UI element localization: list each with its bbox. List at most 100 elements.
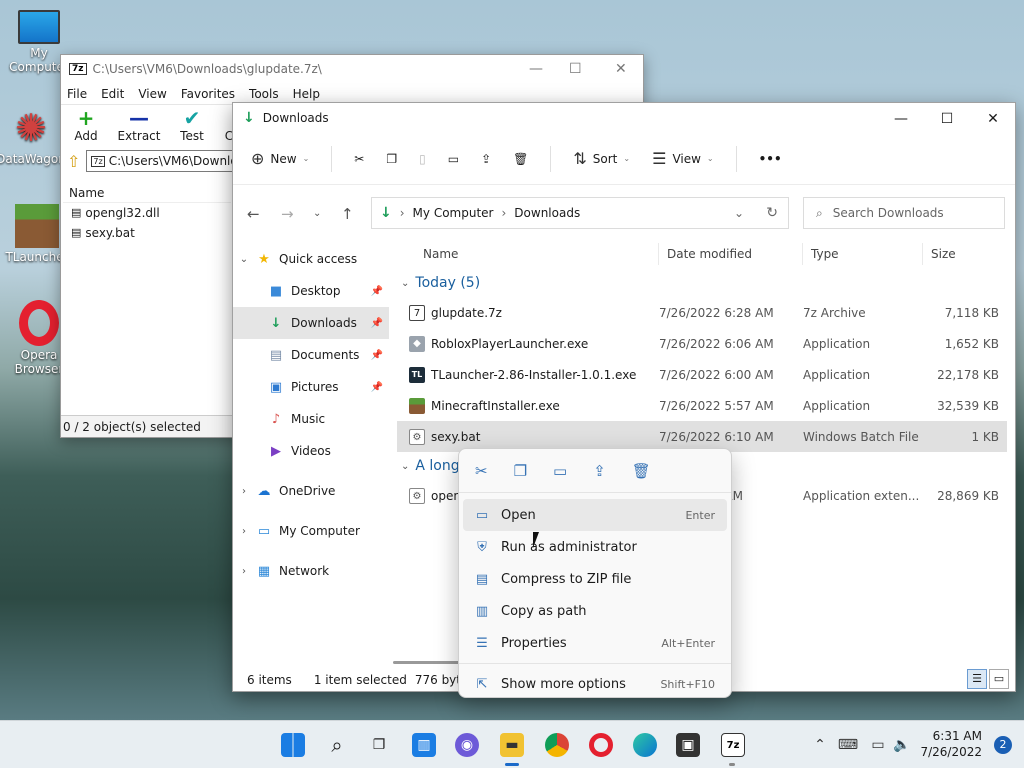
maximize-icon[interactable]: ☐	[569, 61, 582, 77]
add-button[interactable]: + Add	[69, 107, 103, 147]
cut-icon[interactable]: ✂	[475, 462, 488, 480]
sevenzip-titlebar[interactable]: 7z C:\Users\VM6\Downloads\glupdate.7z\ —…	[61, 55, 643, 83]
file-date: 7/26/2022 5:57 AM	[659, 398, 774, 413]
menu-item-run-as-admin[interactable]: ⛨ Run as administrator	[459, 531, 731, 563]
test-button[interactable]: ✔ Test	[175, 107, 209, 147]
sevenzip-address-input[interactable]: 7z C:\Users\VM6\Downlo	[86, 150, 247, 172]
menu-view[interactable]: View	[138, 87, 166, 101]
close-icon[interactable]: ✕	[973, 107, 1013, 131]
recent-chevron-icon[interactable]: ⌄	[313, 208, 321, 219]
nav-item-videos[interactable]: ▶ Videos	[233, 435, 389, 467]
delete-icon[interactable]: 🗑	[513, 152, 528, 166]
sort-button[interactable]: ⇅ Sort ⌄	[573, 149, 630, 168]
volume-icon[interactable]: 🔈	[890, 733, 914, 757]
widgets-icon[interactable]: ▥	[412, 733, 436, 757]
forward-icon[interactable]: →	[281, 205, 294, 223]
menu-item-compress-zip[interactable]: ▤ Compress to ZIP file	[459, 563, 731, 595]
chevron-right-icon[interactable]: ›	[233, 486, 255, 497]
cut-icon[interactable]: ✂	[354, 152, 364, 166]
nav-item-network[interactable]: › ▦ Network	[233, 555, 389, 587]
notification-badge[interactable]: 2	[994, 736, 1012, 754]
table-row[interactable]: ◆ RobloxPlayerLauncher.exe 7/26/2022 6:06…	[397, 328, 1007, 359]
rename-icon[interactable]: ▭	[553, 462, 567, 480]
column-header-name[interactable]: Name	[63, 183, 231, 203]
address-dropdown-icon[interactable]: ⌄	[734, 206, 744, 220]
edge-icon[interactable]	[633, 733, 657, 757]
nav-item-my-computer[interactable]: › ▭ My Computer	[233, 515, 389, 547]
dll-file-icon: ⚙	[409, 487, 425, 504]
nav-item-quick-access[interactable]: ⌄ ★ Quick access	[233, 243, 389, 275]
close-icon[interactable]: ✕	[615, 61, 627, 77]
chevron-down-icon[interactable]: ⌄	[233, 254, 255, 265]
nav-item-documents[interactable]: ▤ Documents 📌	[233, 339, 389, 371]
list-item[interactable]: ▤ sexy.bat	[63, 223, 231, 243]
refresh-icon[interactable]: ↻	[766, 205, 778, 221]
address-bar[interactable]: ↓ › My Computer › Downloads ⌄ ↻	[371, 197, 789, 229]
column-header-name[interactable]: Name	[397, 243, 659, 265]
network-icon[interactable]: ▭	[866, 733, 890, 757]
view-button[interactable]: ☰ View ⌄	[652, 149, 714, 168]
search-icon[interactable]: ⌕	[325, 733, 349, 757]
table-row[interactable]: 7 glupdate.7z 7/26/2022 6:28 AM 7z Archiv…	[397, 297, 1007, 328]
column-header-date[interactable]: Date modified	[659, 243, 803, 265]
share-icon[interactable]: ⇪	[593, 462, 606, 480]
column-header-type[interactable]: Type	[803, 243, 923, 265]
menu-item-open[interactable]: ▭ Open Enter	[463, 499, 727, 531]
chat-icon[interactable]: ◉	[455, 733, 479, 757]
share-icon[interactable]: ⇪	[481, 152, 491, 166]
search-input[interactable]: ⌕ Search Downloads	[803, 197, 1005, 229]
extract-button[interactable]: — Extract	[117, 107, 161, 147]
minimize-icon[interactable]: —	[881, 107, 921, 131]
sevenzip-taskbar-icon[interactable]: 7z	[721, 733, 745, 757]
more-options-icon[interactable]: •••	[759, 152, 782, 166]
nav-item-onedrive[interactable]: › ☁ OneDrive	[233, 475, 389, 507]
store-icon[interactable]: ▣	[676, 733, 700, 757]
file-type: Windows Batch File	[803, 429, 919, 444]
keyboard-icon[interactable]: ⌨	[836, 733, 860, 757]
file-explorer-icon[interactable]: ▬	[500, 733, 524, 757]
menu-favorites[interactable]: Favorites	[181, 87, 235, 101]
copy-icon[interactable]: ❐	[386, 152, 397, 166]
nav-item-desktop[interactable]: ■ Desktop 📌	[233, 275, 389, 307]
pictures-icon: ▣	[269, 379, 283, 395]
clock[interactable]: 6:31 AM 7/26/2022	[920, 728, 982, 760]
menu-tools[interactable]: Tools	[249, 87, 279, 101]
nav-item-music[interactable]: ♪ Music	[233, 403, 389, 435]
list-item[interactable]: ▤ opengl32.dll	[63, 203, 231, 223]
minimize-icon[interactable]: —	[529, 61, 543, 77]
table-row[interactable]: TL TLauncher-2.86-Installer-1.0.1.exe 7/2…	[397, 359, 1007, 390]
breadcrumb-my-computer[interactable]: My Computer	[413, 206, 494, 220]
paste-icon[interactable]: ▯	[419, 152, 426, 166]
task-view-icon[interactable]: ❐	[367, 733, 391, 757]
chevron-right-icon[interactable]: ›	[233, 526, 255, 537]
start-icon[interactable]	[281, 733, 305, 757]
breadcrumb-downloads[interactable]: Downloads	[514, 206, 580, 220]
menu-item-copy-as-path[interactable]: ▥ Copy as path	[459, 595, 731, 627]
pin-icon: 📌	[370, 317, 383, 329]
nav-item-downloads[interactable]: ↓ Downloads 📌	[233, 307, 389, 339]
tiles-view-icon[interactable]: ▭	[989, 669, 1009, 689]
desktop-icon-datawagon[interactable]: ✺ DataWagon	[0, 106, 66, 166]
new-button[interactable]: ⊕ New ⌄	[251, 149, 309, 168]
up-folder-icon[interactable]: ⇧	[67, 152, 80, 171]
menu-item-properties[interactable]: ☰ Properties Alt+Enter	[459, 627, 731, 659]
maximize-icon[interactable]: ☐	[927, 107, 967, 131]
back-icon[interactable]: ←	[247, 205, 260, 223]
copy-icon[interactable]: ❐	[514, 462, 527, 480]
details-view-icon[interactable]: ☰	[967, 669, 987, 689]
menu-edit[interactable]: Edit	[101, 87, 124, 101]
column-header-size[interactable]: Size	[923, 243, 999, 265]
group-header-today[interactable]: ⌄ Today (5)	[397, 269, 1007, 297]
delete-icon[interactable]: 🗑	[632, 462, 651, 480]
menu-help[interactable]: Help	[293, 87, 320, 101]
table-row[interactable]: MinecraftInstaller.exe 7/26/2022 5:57 AM…	[397, 390, 1007, 421]
chevron-right-icon[interactable]: ›	[233, 566, 255, 577]
opera-icon[interactable]	[589, 733, 613, 757]
chrome-icon[interactable]	[545, 733, 569, 757]
menu-item-show-more-options[interactable]: ⇱ Show more options Shift+F10	[459, 668, 731, 700]
nav-item-pictures[interactable]: ▣ Pictures 📌	[233, 371, 389, 403]
menu-file[interactable]: File	[67, 87, 87, 101]
up-icon[interactable]: ↑	[341, 205, 354, 223]
rename-icon[interactable]: ▭	[448, 152, 459, 166]
chevron-up-icon[interactable]: ⌃	[808, 733, 832, 757]
